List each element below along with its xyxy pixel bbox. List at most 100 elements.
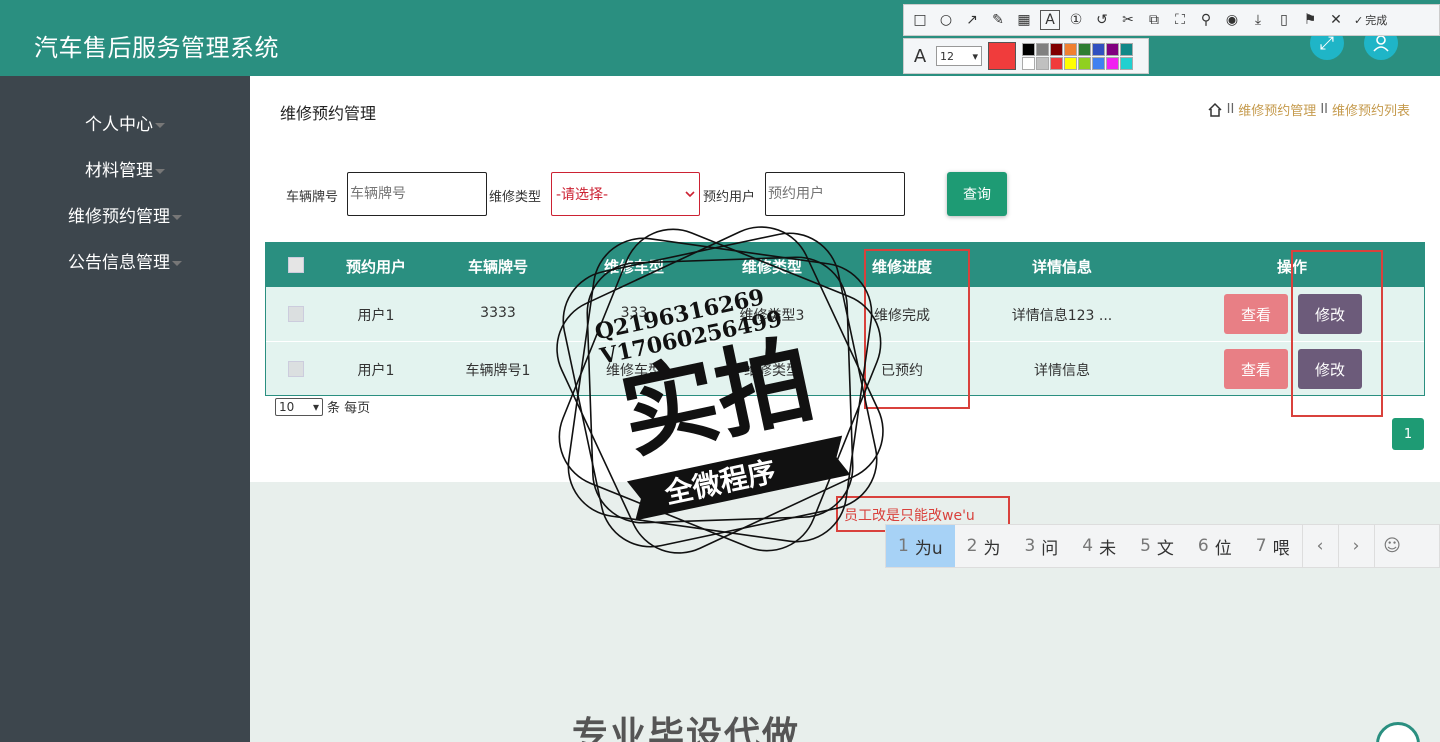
text-style-toolbar: A 12 ▾: [903, 38, 1149, 74]
ellipse-tool-icon[interactable]: ○: [936, 10, 956, 30]
cell-plate: 车辆牌号1: [465, 363, 531, 379]
column-header[interactable]: 车辆牌号: [448, 256, 548, 277]
breadcrumb-separator: II: [1226, 102, 1235, 117]
breadcrumb-separator: II: [1320, 102, 1328, 117]
breadcrumb-level2[interactable]: 维修预约列表: [1332, 100, 1410, 119]
ime-candidate[interactable]: 7喂: [1244, 525, 1302, 567]
done-button[interactable]: ✓ 完成: [1354, 12, 1387, 28]
ime-prev-button[interactable]: ‹: [1301, 525, 1338, 567]
caret-down-icon: [155, 122, 165, 128]
row-checkbox[interactable]: [288, 361, 304, 377]
repair-type-label: 维修类型: [489, 190, 542, 205]
page-number-button[interactable]: 1: [1392, 418, 1424, 450]
color-swatch[interactable]: [1106, 42, 1119, 56]
sidebar-item-profile[interactable]: 个人中心: [0, 110, 250, 135]
cutout-icon[interactable]: ✂: [1118, 10, 1138, 30]
ime-candidate[interactable]: 3问: [1012, 525, 1070, 567]
ime-candidate-text: 文: [1156, 538, 1174, 559]
ime-candidate-index: 2: [966, 536, 978, 556]
booking-user-label: 预约用户: [703, 190, 756, 205]
capture-toolbar: □ ○ ↗ ✎ ▦ A ① ↺ ✂ ⧉ ⛶ ⚲ ◉ ⤓ ▯ ⚑ ✕ ✓ 完成: [903, 4, 1440, 36]
current-color-swatch[interactable]: [988, 42, 1016, 70]
arrow-tool-icon[interactable]: ↗: [962, 10, 982, 30]
download-icon[interactable]: ⤓: [1248, 10, 1268, 30]
scroll-top-button[interactable]: [1376, 722, 1420, 742]
sidebar-item-label: 维修预约管理: [68, 207, 170, 227]
search-button[interactable]: 查询: [947, 172, 1007, 216]
page-size-select[interactable]: 10 ▾: [275, 397, 323, 416]
pin-icon[interactable]: ⚲: [1196, 10, 1216, 30]
color-swatch[interactable]: [1064, 42, 1077, 56]
record-icon[interactable]: ◉: [1222, 10, 1242, 30]
cell-plate: 3333: [480, 305, 516, 321]
color-swatch[interactable]: [1064, 56, 1077, 70]
color-swatch[interactable]: [1106, 56, 1119, 70]
ime-candidate-text: 问: [1041, 538, 1059, 559]
color-swatch[interactable]: [1022, 56, 1035, 70]
ime-candidate[interactable]: 5文: [1128, 525, 1186, 567]
breadcrumb-level1[interactable]: 维修预约管理: [1238, 100, 1316, 119]
rectangle-tool-icon[interactable]: □: [910, 10, 930, 30]
color-swatch[interactable]: [1036, 56, 1049, 70]
column-header[interactable]: 预约用户: [326, 256, 426, 277]
caret-down-icon: [172, 214, 182, 220]
color-swatch[interactable]: [1050, 42, 1063, 56]
color-palette: [1022, 42, 1133, 70]
ime-candidate[interactable]: 6位: [1186, 525, 1244, 567]
color-swatch[interactable]: [1050, 56, 1063, 70]
ime-emoji-button[interactable]: ☺: [1373, 525, 1410, 567]
text-tool-icon[interactable]: A: [1040, 10, 1060, 30]
ocr-icon[interactable]: ⛶: [1170, 10, 1190, 30]
ime-candidate[interactable]: 1 为u: [886, 525, 955, 567]
sidebar-item-label: 公告信息管理: [68, 253, 170, 273]
undo-icon[interactable]: ↺: [1092, 10, 1112, 30]
emoji-icon: ☺: [1383, 536, 1401, 556]
ime-candidate-index: 1: [898, 536, 909, 556]
select-all-checkbox[interactable]: [288, 257, 304, 273]
booking-user-input[interactable]: [765, 172, 905, 216]
view-button[interactable]: 查看: [1224, 294, 1288, 334]
repair-type-selected: -请选择-: [556, 187, 609, 203]
bookmark-icon[interactable]: ⚑: [1300, 10, 1320, 30]
footer-banner-text: 专业毕设代做: [572, 715, 801, 742]
cell-user: 用户1: [357, 363, 395, 379]
user-icon: [1373, 35, 1389, 52]
color-swatch[interactable]: [1092, 56, 1105, 70]
color-swatch[interactable]: [1120, 42, 1133, 56]
number-tool-icon[interactable]: ①: [1066, 10, 1086, 30]
chevron-down-icon: ▾: [972, 49, 978, 63]
sidebar-item-label: 材料管理: [85, 161, 153, 181]
caret-down-icon: [155, 168, 165, 174]
cell-user: 用户1: [357, 308, 395, 324]
page-title: 维修预约管理: [280, 104, 377, 123]
caret-down-icon: [172, 260, 182, 266]
color-swatch[interactable]: [1120, 56, 1133, 70]
color-swatch[interactable]: [1036, 42, 1049, 56]
view-button[interactable]: 查看: [1224, 349, 1288, 389]
color-swatch[interactable]: [1022, 42, 1035, 56]
phone-icon[interactable]: ▯: [1274, 10, 1294, 30]
color-swatch[interactable]: [1078, 42, 1091, 56]
plate-input[interactable]: [347, 172, 487, 216]
close-icon[interactable]: ✕: [1326, 10, 1346, 30]
sidebar-item-notices[interactable]: 公告信息管理: [0, 248, 250, 273]
ime-candidate-index: 7: [1255, 536, 1267, 556]
pen-tool-icon[interactable]: ✎: [988, 10, 1008, 30]
sidebar-item-repair-booking[interactable]: 维修预约管理: [0, 202, 250, 227]
mosaic-tool-icon[interactable]: ▦: [1014, 10, 1034, 30]
ime-candidate[interactable]: 4未: [1070, 525, 1128, 567]
home-icon[interactable]: [1207, 102, 1223, 118]
column-header[interactable]: 详情信息: [1012, 256, 1112, 277]
translate-icon[interactable]: ⧉: [1144, 10, 1164, 30]
font-size-value: 12: [940, 49, 954, 63]
repair-type-select[interactable]: -请选择-: [551, 172, 700, 216]
ime-candidate-text: 为: [983, 538, 1001, 559]
color-swatch[interactable]: [1078, 56, 1091, 70]
font-size-select[interactable]: 12 ▾: [936, 46, 982, 66]
row-checkbox[interactable]: [288, 306, 304, 322]
ime-candidate[interactable]: 2为: [955, 525, 1013, 567]
color-swatch[interactable]: [1092, 42, 1105, 56]
done-label: 完成: [1365, 14, 1388, 27]
ime-next-button[interactable]: ›: [1337, 525, 1374, 567]
sidebar-item-materials[interactable]: 材料管理: [0, 156, 250, 181]
